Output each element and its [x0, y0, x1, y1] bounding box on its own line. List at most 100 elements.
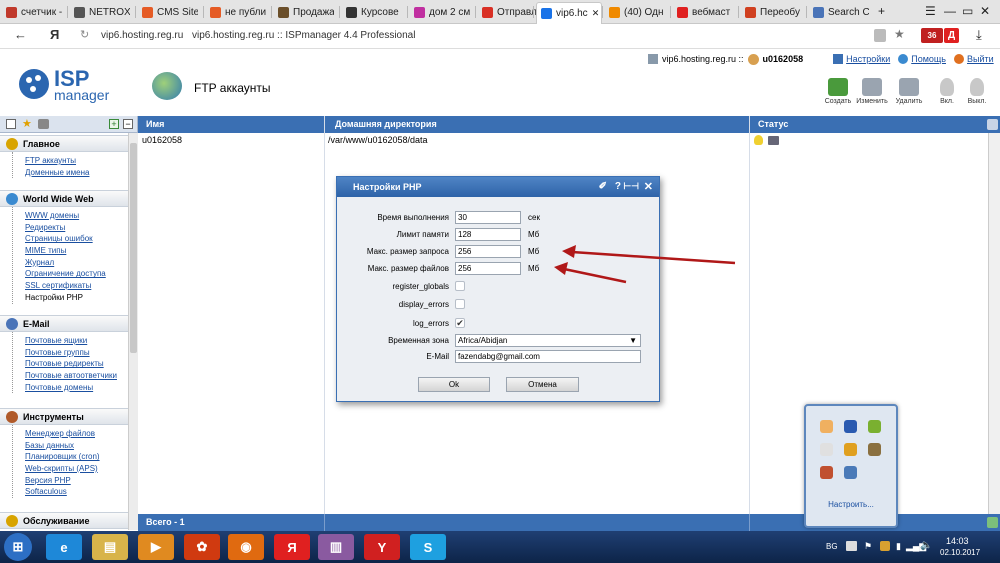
tab-0[interactable]: счетчик - [2, 3, 62, 22]
tab-1[interactable]: NETROX [70, 3, 130, 22]
download-icon[interactable]: ⤓ [976, 27, 982, 43]
menu-icon[interactable]: ☰ [925, 4, 936, 18]
tab-3[interactable]: не публи [206, 3, 266, 22]
address-page-title[interactable]: vip6.hosting.reg.ru :: ISPmanager 4.4 Pr… [192, 30, 415, 41]
tab-10[interactable]: вебмаст [673, 3, 733, 22]
settings-link[interactable]: Настройки [846, 54, 890, 64]
sidebar-item[interactable]: SSL сертификаты [25, 280, 128, 292]
field-input[interactable] [455, 262, 521, 275]
sidebar-section-header[interactable]: Инструменты [0, 408, 128, 425]
grid-settings-icon[interactable] [987, 119, 998, 130]
list-view-icon[interactable] [6, 119, 16, 129]
pin-icon[interactable]: ✐ [599, 181, 607, 192]
resize-icon[interactable]: ⊢⊣ [623, 181, 639, 192]
cancel-button[interactable]: Отмена [506, 377, 579, 392]
ok-button[interactable]: Ok [418, 377, 490, 392]
tab-5[interactable]: Курсове [342, 3, 402, 22]
edit-button[interactable]: Изменить [855, 78, 889, 105]
expand-all-icon[interactable]: + [109, 119, 119, 129]
sidebar-item[interactable]: WWW домены [25, 210, 128, 222]
disable-bulb-button[interactable]: Выкл. [960, 78, 994, 105]
sidebar-item[interactable]: Планировщик (cron) [25, 451, 128, 463]
field-input[interactable] [455, 245, 521, 258]
tab-9[interactable]: (40) Одн [605, 3, 665, 22]
mail-badge[interactable]: 36 [921, 28, 943, 43]
sidebar-item[interactable]: MIME типы [25, 245, 128, 257]
close-window-button[interactable]: ✕ [980, 4, 990, 18]
skype-icon[interactable]: S [410, 534, 446, 560]
close-icon[interactable]: ✕ [644, 180, 653, 193]
delete-button[interactable]: Удалить [892, 78, 926, 105]
sidebar-item[interactable]: Редиректы [25, 222, 128, 234]
sidebar-item[interactable]: Softaculous [25, 486, 128, 498]
column-home-dir[interactable]: Домашняя директория [335, 119, 437, 129]
sidebar-item[interactable]: Менеджер файлов [25, 428, 128, 440]
explorer-icon[interactable]: ▤ [92, 534, 128, 560]
sidebar-section-header[interactable]: World Wide Web [0, 190, 128, 207]
tab-4[interactable]: Продажа [274, 3, 334, 22]
create-button[interactable]: Создать [821, 78, 855, 105]
antivirus-icon[interactable] [844, 443, 857, 456]
sidebar-item[interactable]: Web-скрипты (APS) [25, 463, 128, 475]
checkbox[interactable] [455, 299, 465, 309]
column-status[interactable]: Статус [758, 119, 788, 129]
close-tab-icon[interactable]: ✕ [592, 8, 600, 19]
ie-icon[interactable]: e [46, 534, 82, 560]
winrar-icon[interactable]: ▥ [318, 534, 354, 560]
export-icon[interactable] [987, 517, 998, 528]
evernote-icon[interactable] [868, 420, 881, 433]
timezone-select[interactable]: Africa/Abidjan ▼ [455, 334, 641, 347]
back-arrow-icon[interactable]: ← [14, 27, 27, 42]
dialog-titlebar[interactable]: Настройки PHP ✐ ? ⊢⊣ ✕ [337, 177, 659, 197]
bookmark-page-icon[interactable] [874, 29, 886, 42]
language-indicator[interactable]: BG [826, 542, 838, 551]
new-tab-button[interactable]: + [878, 4, 885, 18]
bluetooth-icon[interactable] [844, 420, 857, 433]
direct-badge[interactable]: Д [944, 28, 959, 43]
reload-icon[interactable]: ↻ [80, 28, 89, 41]
sidebar-item[interactable]: Журнал [25, 257, 128, 269]
table-row[interactable]: u0162058 /var/www/u0162058/data [138, 133, 988, 147]
sidebar-item[interactable]: Ограничение доступа [25, 268, 128, 280]
sidebar-section-header[interactable]: Обслуживание [0, 512, 128, 529]
address-domain[interactable]: vip6.hosting.reg.ru [101, 30, 183, 41]
tab-11[interactable]: Переобу [741, 3, 801, 22]
sidebar-item[interactable]: Базы данных [25, 440, 128, 452]
tool-icon[interactable] [868, 443, 881, 456]
sidebar-scrollbar[interactable] [128, 133, 138, 530]
star-icon[interactable]: ★ [894, 27, 905, 41]
sidebar-item[interactable]: Почтовые группы [25, 347, 128, 359]
column-name[interactable]: Имя [146, 119, 164, 129]
collapse-all-icon[interactable]: − [123, 119, 133, 129]
sidebar-item[interactable]: Почтовые домены [25, 382, 128, 394]
tab-2[interactable]: CMS Site [138, 3, 198, 22]
minimize-button[interactable]: — [944, 4, 956, 18]
clock-date[interactable]: 02.10.2017 [940, 548, 980, 557]
customize-link[interactable]: Настроить... [806, 500, 896, 509]
sidebar-item[interactable]: FTP аккаунты [25, 155, 128, 167]
yandex-browser-icon[interactable]: Y [364, 534, 400, 560]
sidebar-section-header[interactable]: Главное [0, 135, 128, 152]
briefcase-icon[interactable] [38, 119, 49, 129]
tab-7[interactable]: Отправл [478, 3, 538, 22]
checkbox[interactable] [455, 281, 465, 291]
field-input[interactable] [455, 228, 521, 241]
yandex-logo-icon[interactable]: Я [50, 27, 59, 42]
help-link[interactable]: Помощь [911, 54, 946, 64]
tab-12[interactable]: Search Co [809, 3, 869, 22]
help-icon[interactable]: ? [615, 181, 621, 192]
network-icon[interactable] [844, 466, 857, 479]
logout-link[interactable]: Выйти [967, 54, 994, 64]
flag-icon[interactable] [820, 443, 833, 456]
grid-scrollbar[interactable] [988, 133, 1000, 514]
reel-icon[interactable]: ✿ [184, 534, 220, 560]
maximize-button[interactable]: ▭ [962, 4, 973, 18]
field-input[interactable] [455, 211, 521, 224]
yandex-icon[interactable]: Я [274, 534, 310, 560]
firefox-icon[interactable]: ◉ [228, 534, 264, 560]
sidebar-item[interactable]: Почтовые автоответчики [25, 370, 128, 382]
tray-app-icon[interactable] [880, 541, 890, 551]
tab-8[interactable]: vip6.hc ✕ [536, 2, 602, 24]
media-player-icon[interactable]: ▶ [138, 534, 174, 560]
favorites-star-icon[interactable]: ★ [22, 117, 32, 130]
